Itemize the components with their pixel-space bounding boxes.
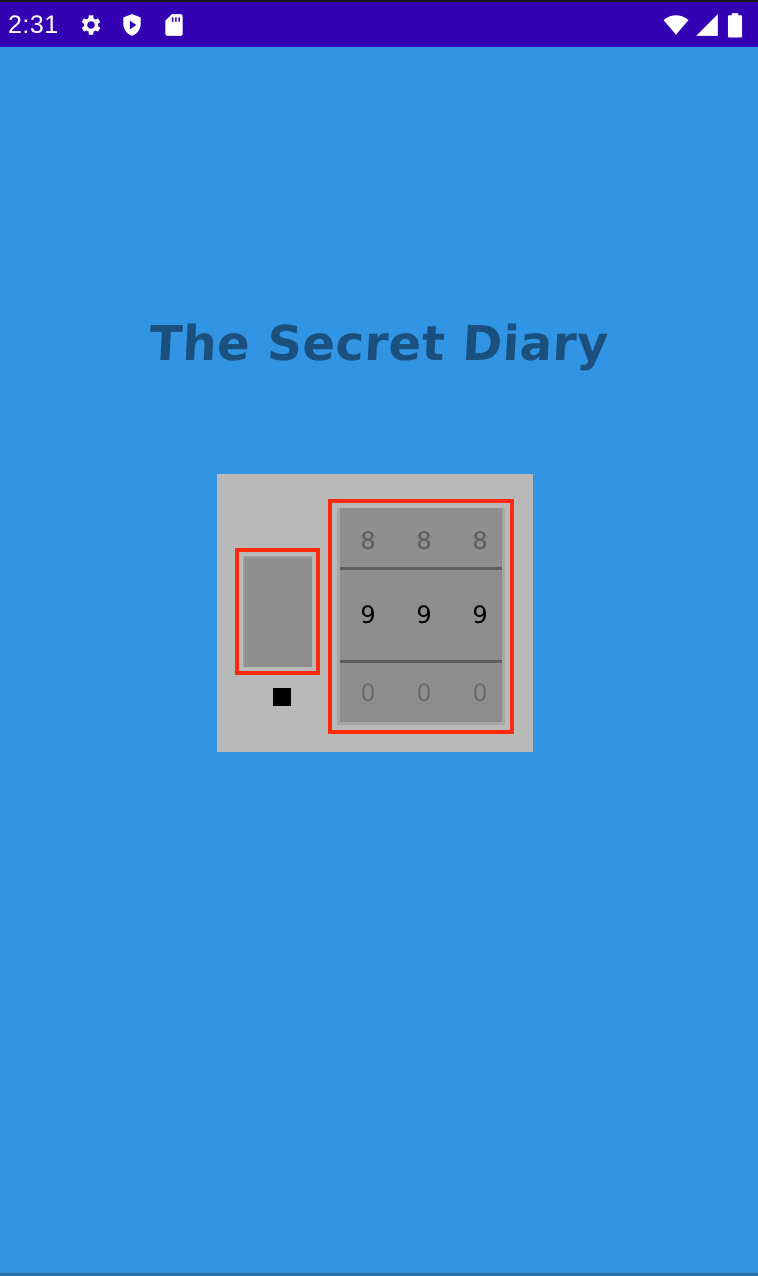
dial-digit-3-below[interactable]: 0: [460, 678, 500, 708]
wifi-icon: [662, 12, 690, 38]
gear-icon: [78, 12, 104, 38]
dial-digit-1-below[interactable]: 0: [348, 678, 388, 708]
dial-digit-1-above[interactable]: 8: [348, 526, 388, 556]
sd-card-icon: [161, 12, 187, 38]
handle-highlight[interactable]: [235, 548, 320, 675]
dial-row-selected: 9 9 9: [340, 570, 502, 660]
dial-row-above: 8 8 8: [340, 508, 502, 567]
status-bar: 2:31: [0, 0, 758, 47]
dial-digit-2-selected[interactable]: 9: [404, 600, 444, 630]
lock-panel: 8 8 8 9 9 9 0 0 0: [217, 474, 533, 752]
combination-dial-highlight[interactable]: 8 8 8 9 9 9 0 0 0: [328, 499, 514, 734]
dial-digit-2-below[interactable]: 0: [404, 678, 444, 708]
dial-digit-3-above[interactable]: 8: [460, 526, 500, 556]
app-title: The Secret Diary: [147, 316, 611, 372]
lock-indicator: [273, 688, 291, 706]
lock-handle[interactable]: [243, 556, 312, 667]
signal-icon: [694, 12, 720, 38]
play-protect-icon: [119, 12, 145, 38]
combination-dial[interactable]: 8 8 8 9 9 9 0 0 0: [337, 508, 505, 725]
dial-digit-2-above[interactable]: 8: [404, 526, 444, 556]
status-time: 2:31: [8, 11, 59, 39]
battery-icon: [725, 12, 745, 38]
dial-digit-3-selected[interactable]: 9: [460, 600, 500, 630]
dial-row-below: 0 0 0: [340, 663, 502, 725]
dial-digit-1-selected[interactable]: 9: [348, 600, 388, 630]
